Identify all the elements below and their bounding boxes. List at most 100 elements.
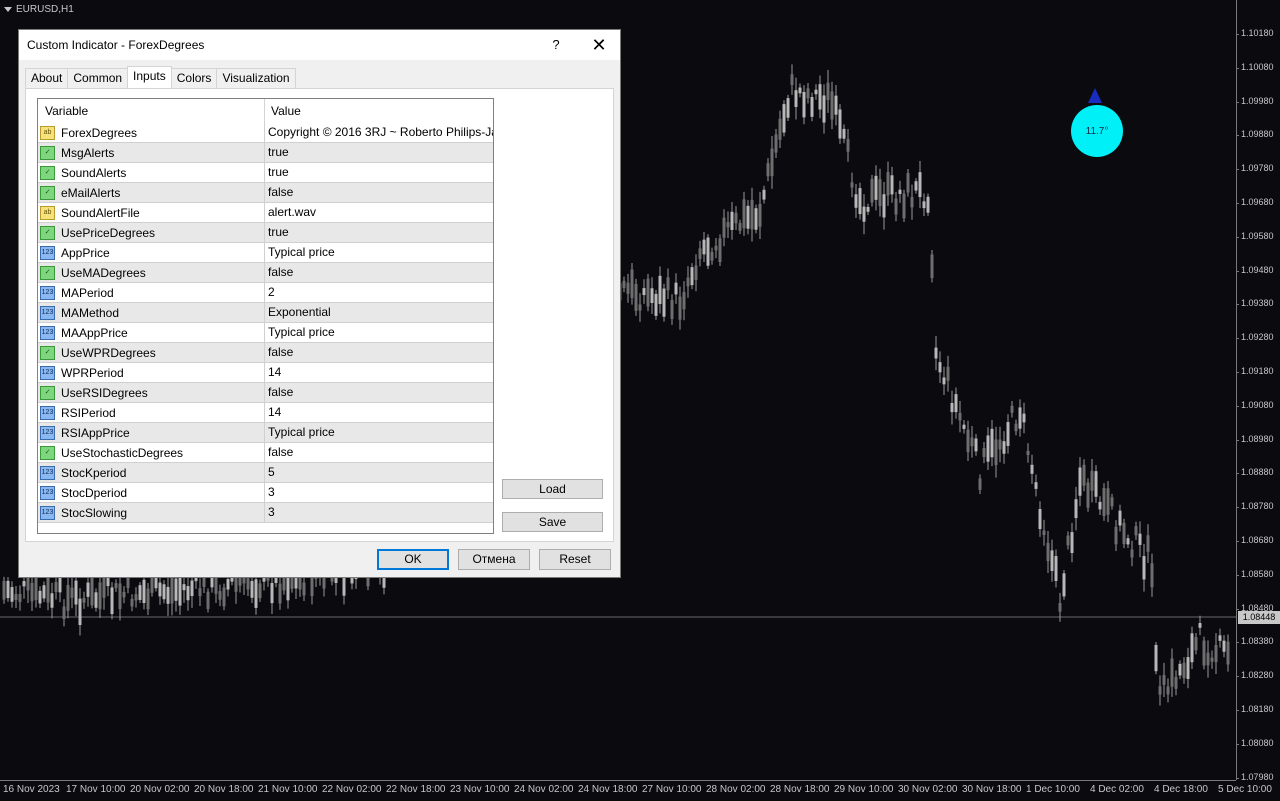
chart-symbol-label[interactable]: EURUSD,H1 [4, 4, 74, 15]
candle-body [226, 578, 230, 590]
table-row[interactable]: ✓ UseStochasticDegrees false [38, 443, 493, 463]
value-cell[interactable]: true [265, 163, 493, 182]
variable-name: UsePriceDegrees [61, 225, 156, 240]
value-cell[interactable]: false [265, 383, 493, 402]
price-tick-label: 1.07980 [1236, 771, 1274, 782]
table-row[interactable]: ✓ eMailAlerts false [38, 183, 493, 203]
dialog-titlebar[interactable]: Custom Indicator - ForexDegrees ? ✕ [19, 30, 620, 60]
load-button[interactable]: Load [502, 479, 603, 499]
price-tick-label: 1.09080 [1236, 399, 1274, 410]
value-cell[interactable]: 14 [265, 363, 493, 382]
tab-common[interactable]: Common [67, 68, 129, 88]
value-cell[interactable]: false [265, 183, 493, 202]
number-type-icon: 123 [40, 465, 55, 480]
table-row[interactable]: 123 RSIPeriod 14 [38, 403, 493, 423]
candle-body [830, 91, 834, 120]
value-cell[interactable]: 2 [265, 283, 493, 302]
ok-button[interactable]: OK [377, 549, 449, 570]
table-row[interactable]: ✓ SoundAlerts true [38, 163, 493, 183]
table-row[interactable]: 123 StocKperiod 5 [38, 463, 493, 483]
candle-body [174, 578, 178, 601]
variable-cell: ✓ UseMADegrees [38, 263, 265, 282]
candle-body [890, 175, 894, 195]
candle-body [1006, 422, 1010, 446]
table-row[interactable]: 123 MAPeriod 2 [38, 283, 493, 303]
value-cell[interactable]: false [265, 263, 493, 282]
bool-type-icon: ✓ [40, 445, 55, 460]
bool-type-icon: ✓ [40, 165, 55, 180]
value-cell[interactable]: 14 [265, 403, 493, 422]
table-row[interactable]: 123 WPRPeriod 14 [38, 363, 493, 383]
variable-cell: 123 RSIAppPrice [38, 423, 265, 442]
table-row[interactable]: 123 MAMethod Exponential [38, 303, 493, 323]
candle-body [146, 588, 150, 610]
time-axis[interactable]: 16 Nov 2023 17 Nov 10:00 20 Nov 02:00 20 No… [0, 780, 1272, 801]
value-cell[interactable]: 3 [265, 503, 493, 522]
table-row[interactable]: 123 MAAppPrice Typical price [38, 323, 493, 343]
candle-body [1214, 644, 1218, 663]
column-header-variable[interactable]: Variable [38, 99, 265, 123]
variable-cell: ab SoundAlertFile [38, 203, 265, 222]
variable-name: eMailAlerts [61, 185, 121, 200]
variable-cell: ✓ UsePriceDegrees [38, 223, 265, 242]
table-row[interactable]: 123 AppPrice Typical price [38, 243, 493, 263]
value-cell[interactable]: true [265, 223, 493, 242]
candle-body [70, 587, 74, 598]
value-cell[interactable]: alert.wav [265, 203, 493, 222]
table-row[interactable]: ab ForexDegrees Copyright © 2016 3RJ ~ Rob… [38, 123, 493, 143]
candle-body [770, 148, 774, 177]
tab-about[interactable]: About [25, 68, 69, 88]
value-cell[interactable]: false [265, 443, 493, 462]
candle-body [190, 580, 194, 597]
candle-body [670, 300, 674, 319]
reset-button[interactable]: Reset [539, 549, 611, 570]
candle-body [902, 193, 906, 219]
candle-body [302, 582, 306, 596]
candle-body [914, 181, 918, 191]
close-icon[interactable]: ✕ [584, 33, 614, 57]
time-tick-label: 20 Nov 02:00 [130, 784, 190, 795]
chevron-down-icon[interactable] [4, 7, 12, 12]
table-row[interactable]: 123 RSIAppPrice Typical price [38, 423, 493, 443]
table-row[interactable]: 123 StocDperiod 3 [38, 483, 493, 503]
value-cell[interactable]: false [265, 343, 493, 362]
table-row[interactable]: 123 StocSlowing 3 [38, 503, 493, 523]
price-tick-label: 1.08680 [1236, 535, 1274, 545]
candle-body [134, 594, 138, 601]
candle-body [10, 587, 14, 602]
value-cell[interactable]: Exponential [265, 303, 493, 322]
column-header-value[interactable]: Value [265, 99, 493, 123]
time-tick-label: 17 Nov 10:00 [66, 784, 126, 795]
value-cell[interactable]: 3 [265, 483, 493, 502]
value-cell[interactable]: Typical price [265, 423, 493, 442]
value-cell[interactable]: Copyright © 2016 3RJ ~ Roberto Philips-J… [265, 123, 493, 142]
table-row[interactable]: ✓ UseMADegrees false [38, 263, 493, 283]
table-row[interactable]: ab SoundAlertFile alert.wav [38, 203, 493, 223]
tab-colors[interactable]: Colors [170, 68, 218, 88]
variable-name: MAAppPrice [61, 325, 128, 340]
candle-body [310, 576, 314, 597]
candle-body [874, 175, 878, 200]
table-row[interactable]: ✓ MsgAlerts true [38, 143, 493, 163]
cancel-button[interactable]: Отмена [458, 549, 530, 570]
price-axis[interactable]: 1.07980 1.08080 1.08180 1.08280 1.08380 1.084… [1236, 0, 1280, 782]
save-button[interactable]: Save [502, 512, 603, 532]
table-row[interactable]: ✓ UseWPRDegrees false [38, 343, 493, 363]
value-cell[interactable]: Typical price [265, 323, 493, 342]
table-row[interactable]: ✓ UseRSIDegrees false [38, 383, 493, 403]
dialog-title: Custom Indicator - ForexDegrees [27, 38, 205, 52]
tab-inputs[interactable]: Inputs [127, 66, 172, 88]
table-row[interactable]: ✓ UsePriceDegrees true [38, 223, 493, 243]
candle-body [790, 74, 794, 85]
candle-body [1034, 482, 1038, 489]
tab-visualization[interactable]: Visualization [216, 68, 296, 88]
candle-body [1062, 573, 1066, 597]
value-cell[interactable]: true [265, 143, 493, 162]
value-cell[interactable]: Typical price [265, 243, 493, 262]
candle-body [970, 437, 974, 447]
variable-cell: 123 StocKperiod [38, 463, 265, 482]
value-cell[interactable]: 5 [265, 463, 493, 482]
help-button[interactable]: ? [544, 33, 568, 57]
candle-body [1022, 413, 1026, 423]
candle-body [978, 478, 982, 490]
